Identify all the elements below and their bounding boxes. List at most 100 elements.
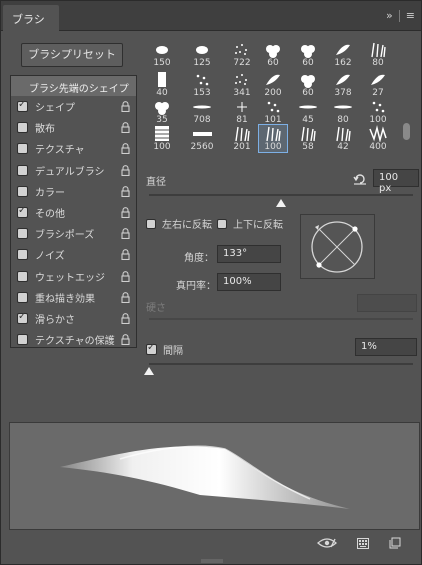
diameter-slider-knob[interactable] bbox=[276, 199, 286, 207]
brush-tip-cell[interactable]: 60 bbox=[294, 71, 322, 98]
brush-tip-cell[interactable]: 341 bbox=[228, 71, 256, 98]
lock-icon[interactable] bbox=[121, 334, 130, 346]
lock-icon[interactable] bbox=[121, 291, 130, 303]
brush-option-item[interactable]: 滑らかさ bbox=[11, 308, 136, 329]
eye-toggle-icon[interactable] bbox=[317, 537, 337, 549]
brush-option-item[interactable]: ブラシポーズ bbox=[11, 223, 136, 244]
expand-icon[interactable]: » bbox=[386, 9, 393, 22]
brush-option-item[interactable]: その他 bbox=[11, 202, 136, 223]
brush-panel: ブラシ » ≡ ブラシプリセット ブラシ先端のシェイプ シェイプ散布テクスチャデ… bbox=[0, 0, 422, 565]
brush-tip-cell[interactable]: 80 bbox=[329, 98, 357, 125]
brush-option-checkbox[interactable] bbox=[17, 164, 28, 176]
brush-tip-cell[interactable]: 150 bbox=[148, 41, 176, 68]
spacing-option[interactable]: 間隔 bbox=[146, 342, 183, 357]
brush-grid-scrollbar[interactable] bbox=[402, 41, 411, 161]
brush-tip-thumbnail bbox=[301, 45, 315, 58]
brush-tip-size: 35 bbox=[156, 115, 168, 125]
lock-icon[interactable] bbox=[121, 101, 130, 112]
flip-y-option[interactable]: 上下に反転 bbox=[217, 216, 283, 231]
brush-option-item[interactable]: デュアルブラシ bbox=[11, 160, 136, 181]
spacing-slider-track[interactable] bbox=[149, 363, 413, 365]
brush-option-checkbox[interactable] bbox=[17, 122, 28, 134]
brush-tip-cell[interactable]: 400 bbox=[364, 125, 392, 152]
tab-brush[interactable]: ブラシ bbox=[3, 5, 59, 31]
brush-stroke-preview bbox=[9, 422, 420, 530]
brush-option-item[interactable]: テクスチャ bbox=[11, 138, 136, 159]
lock-icon[interactable] bbox=[121, 122, 130, 134]
brush-tip-cell[interactable]: 60 bbox=[259, 41, 287, 68]
lock-icon[interactable] bbox=[121, 249, 130, 261]
brush-tip-size: 60 bbox=[302, 58, 314, 68]
brush-option-item[interactable]: テクスチャの保護 bbox=[11, 329, 136, 350]
lock-icon[interactable] bbox=[121, 143, 130, 155]
brush-option-item[interactable]: ノイズ bbox=[11, 244, 136, 265]
lock-icon[interactable] bbox=[121, 270, 130, 282]
brush-option-item[interactable]: ウェットエッジ bbox=[11, 266, 136, 287]
brush-option-item[interactable]: カラー bbox=[11, 181, 136, 202]
reset-size-icon[interactable] bbox=[353, 173, 367, 185]
brush-option-checkbox[interactable] bbox=[17, 334, 28, 346]
spacing-slider-knob[interactable] bbox=[144, 367, 154, 375]
brush-tip-cell[interactable]: 40 bbox=[148, 71, 176, 98]
scroll-thumb[interactable] bbox=[403, 123, 410, 140]
brush-option-checkbox[interactable] bbox=[17, 99, 28, 113]
brush-option-checkbox[interactable] bbox=[17, 143, 28, 155]
brush-tip-cell[interactable]: 153 bbox=[188, 71, 216, 98]
brush-option-checkbox[interactable] bbox=[17, 311, 28, 324]
brush-tip-cell[interactable]: 100 bbox=[258, 124, 288, 153]
brush-option-label: テクスチャ bbox=[35, 145, 85, 157]
angle-roundness-widget[interactable] bbox=[300, 214, 375, 279]
brush-option-checkbox[interactable] bbox=[17, 291, 28, 303]
brush-tip-cell[interactable]: 101 bbox=[259, 98, 287, 125]
brush-option-checkbox[interactable] bbox=[17, 185, 28, 197]
lock-icon[interactable] bbox=[121, 185, 130, 197]
brush-tip-cell[interactable]: 722 bbox=[228, 41, 256, 68]
flip-x-checkbox[interactable] bbox=[146, 218, 156, 229]
brush-tip-cell[interactable]: 201 bbox=[228, 125, 256, 152]
brush-tip-cell[interactable]: 100 bbox=[148, 125, 176, 152]
brush-tip-cell[interactable]: 58 bbox=[294, 125, 322, 152]
brush-tip-shape-item[interactable]: ブラシ先端のシェイプ bbox=[11, 76, 136, 96]
brush-tip-cell[interactable]: 45 bbox=[294, 98, 322, 125]
brush-option-item[interactable]: シェイプ bbox=[11, 96, 136, 117]
brush-tip-thumbnail bbox=[371, 42, 386, 58]
lock-icon[interactable] bbox=[121, 228, 130, 240]
brush-tip-cell[interactable]: 708 bbox=[188, 98, 216, 125]
spacing-checkbox[interactable] bbox=[146, 342, 157, 355]
brush-tip-cell[interactable]: 60 bbox=[294, 41, 322, 68]
brush-tip-cell[interactable]: 378 bbox=[329, 71, 357, 98]
brush-tip-thumbnail bbox=[235, 126, 250, 142]
spacing-field[interactable]: 1% bbox=[355, 338, 417, 356]
brush-option-checkbox[interactable] bbox=[17, 228, 28, 240]
resize-grip-icon[interactable] bbox=[201, 559, 223, 563]
panel-menu-icon[interactable]: ≡ bbox=[406, 9, 415, 22]
brush-tip-cell[interactable]: 81 bbox=[228, 98, 256, 125]
lock-icon[interactable] bbox=[121, 164, 130, 176]
brush-option-item[interactable]: 散布 bbox=[11, 117, 136, 138]
brush-tip-thumbnail bbox=[158, 72, 166, 87]
lock-icon[interactable] bbox=[121, 207, 130, 218]
brush-tip-cell[interactable]: 125 bbox=[188, 41, 216, 68]
lock-icon[interactable] bbox=[121, 313, 130, 324]
brush-tip-cell[interactable]: 100 bbox=[364, 98, 392, 125]
brush-tip-cell[interactable]: 162 bbox=[329, 41, 357, 68]
brush-tip-cell[interactable]: 80 bbox=[364, 41, 392, 68]
diameter-field[interactable]: 100 px bbox=[373, 169, 419, 194]
flip-y-checkbox[interactable] bbox=[217, 218, 227, 229]
brush-tip-cell[interactable]: 35 bbox=[148, 98, 176, 125]
flip-x-option[interactable]: 左右に反転 bbox=[146, 216, 212, 231]
diameter-slider-track[interactable] bbox=[149, 194, 413, 196]
roundness-field[interactable]: 100% bbox=[217, 273, 281, 291]
brush-tip-cell[interactable]: 42 bbox=[329, 125, 357, 152]
angle-field[interactable]: 133° bbox=[217, 245, 281, 263]
brush-presets-button[interactable]: ブラシプリセット bbox=[21, 43, 123, 67]
brush-option-checkbox[interactable] bbox=[17, 205, 28, 219]
grid-panel-icon[interactable] bbox=[357, 537, 369, 549]
new-brush-icon[interactable] bbox=[389, 537, 401, 549]
brush-tip-cell[interactable]: 2560 bbox=[188, 125, 216, 152]
brush-option-checkbox[interactable] bbox=[17, 270, 28, 282]
brush-option-item[interactable]: 重ね描き効果 bbox=[11, 287, 136, 308]
brush-tip-cell[interactable]: 200 bbox=[259, 71, 287, 98]
brush-tip-cell[interactable]: 27 bbox=[364, 71, 392, 98]
brush-option-checkbox[interactable] bbox=[17, 249, 28, 261]
